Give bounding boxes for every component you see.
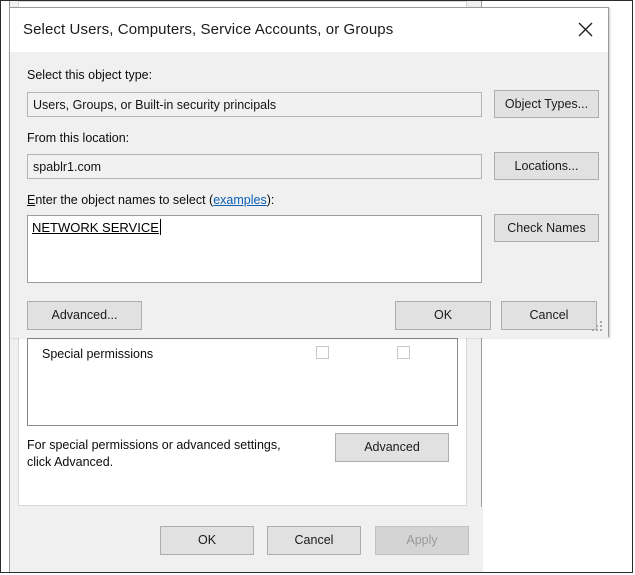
close-icon[interactable]	[562, 8, 608, 51]
text-caret	[160, 219, 161, 235]
permission-row-label-special-permissions: Special permissions	[42, 347, 154, 361]
location-label: From this location:	[27, 131, 130, 145]
permission-allow-checkbox-special-permissions[interactable]	[316, 346, 329, 359]
object-names-input[interactable]: NETWORK SERVICE	[27, 215, 482, 283]
advanced-note-line1: For special permissions or advanced sett…	[27, 438, 281, 452]
dialog-titlebar: Select Users, Computers, Service Account…	[10, 8, 608, 52]
dialog-body: Select this object type: Users, Groups, …	[10, 52, 608, 338]
permissions-list[interactable]: Special permissions	[27, 338, 458, 426]
location-field[interactable]: spablr1.com	[27, 154, 482, 179]
object-names-label-before: nter the object names to select (	[35, 193, 214, 207]
object-names-label-after: ):	[266, 193, 275, 207]
advanced-note-line2: click Advanced.	[27, 455, 114, 469]
permissions-apply-button: Apply	[375, 526, 469, 555]
permissions-ok-button[interactable]: OK	[160, 526, 254, 555]
object-type-field[interactable]: Users, Groups, or Built-in security prin…	[27, 92, 482, 117]
object-types-button[interactable]: Object Types...	[494, 90, 599, 118]
object-names-label: Enter the object names to select (exampl…	[27, 193, 274, 207]
dialog-ok-button[interactable]: OK	[395, 301, 491, 330]
dialog-title: Select Users, Computers, Service Account…	[23, 21, 394, 38]
permissions-cancel-button[interactable]: Cancel	[267, 526, 361, 555]
screenshot-canvas: Special permissions For special permissi…	[0, 0, 633, 573]
resize-grip-icon[interactable]	[592, 321, 604, 333]
examples-link[interactable]: examples	[213, 193, 267, 207]
dialog-cancel-button[interactable]: Cancel	[501, 301, 597, 330]
select-users-dialog: Select Users, Computers, Service Account…	[9, 7, 609, 338]
locations-button[interactable]: Locations...	[494, 152, 599, 180]
check-names-button[interactable]: Check Names	[494, 214, 599, 242]
object-names-value: NETWORK SERVICE	[32, 220, 159, 235]
permission-deny-checkbox-special-permissions[interactable]	[397, 346, 410, 359]
permissions-dialog-footer: OK Cancel Apply	[10, 507, 483, 572]
dialog-advanced-button[interactable]: Advanced...	[27, 301, 142, 330]
advanced-button[interactable]: Advanced	[335, 433, 449, 462]
object-type-label: Select this object type:	[27, 68, 153, 82]
